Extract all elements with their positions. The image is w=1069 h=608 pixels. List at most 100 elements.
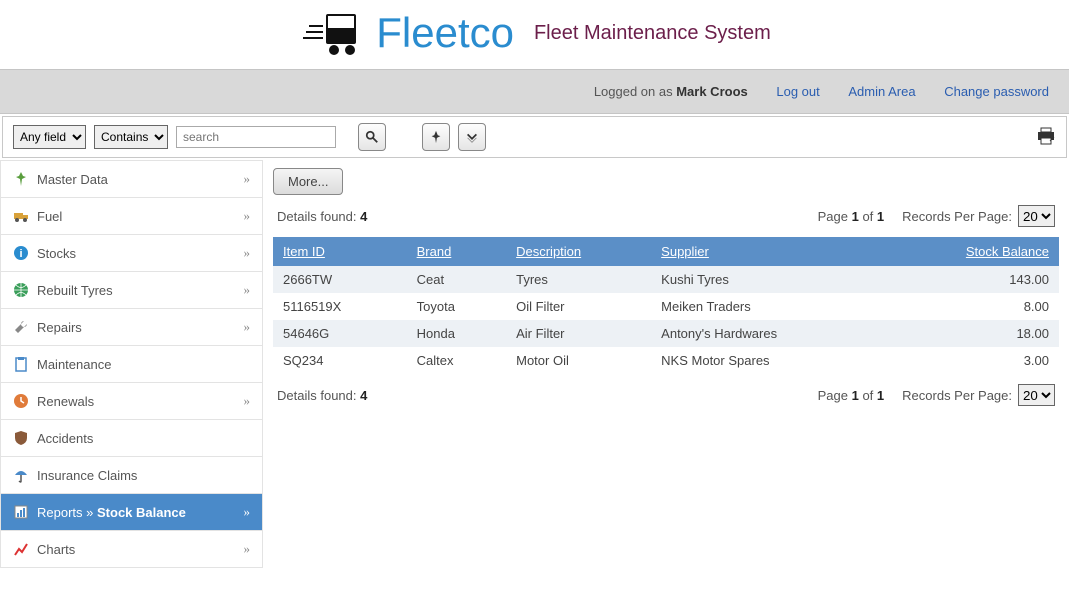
main-content: More... Details found: 4 Page 1 of 1 Rec… [263,160,1069,568]
pin-icon [429,130,443,144]
sidebar: Master Data»Fuel»iStocks»Rebuilt Tyres»R… [0,160,263,568]
sidebar-item-rebuilt-tyres[interactable]: Rebuilt Tyres » [0,272,263,309]
data-table: Item IDBrandDescriptionSupplierStock Bal… [273,237,1059,374]
cell-description: Oil Filter [506,293,651,320]
table-row[interactable]: 2666TWCeatTyresKushi Tyres143.00 [273,266,1059,293]
sidebar-item-stocks[interactable]: i Stocks » [0,235,263,272]
print-icon [1036,127,1056,145]
print-button[interactable] [1036,127,1056,148]
cell-supplier: NKS Motor Spares [651,347,883,374]
pager-bottom: Details found: 4 Page 1 of 1 Records Per… [273,374,1059,416]
cell-description: Air Filter [506,320,651,347]
pin-button[interactable] [422,123,450,151]
cell-brand: Honda [407,320,506,347]
details-found-label: Details found: 4 [277,209,367,224]
col-description[interactable]: Description [506,237,651,266]
cell-stock-balance: 8.00 [883,293,1059,320]
pin-green-icon [13,171,29,187]
chart-icon [13,541,29,557]
chevron-down-icon [465,130,479,144]
cell-item-id: 54646G [273,320,407,347]
sidebar-item-label: Fuel [37,209,62,224]
cell-supplier: Kushi Tyres [651,266,883,293]
report-icon [13,504,29,520]
brand-name: Fleetco [376,9,514,57]
sidebar-item-label: Stocks [37,246,76,261]
cell-brand: Caltex [407,347,506,374]
expand-arrow-icon: » [244,393,251,409]
sidebar-item-label: Master Data [37,172,108,187]
dropdown-button[interactable] [458,123,486,151]
logout-link[interactable]: Log out [776,84,819,99]
sidebar-item-master-data[interactable]: Master Data » [0,160,263,198]
rpp-select[interactable]: 20 [1018,384,1055,406]
expand-arrow-icon: » [244,319,251,335]
more-button[interactable]: More... [273,168,343,195]
header: Fleetco Fleet Maintenance System [0,0,1069,69]
user-bar: Logged on as Mark Croos Log out Admin Ar… [0,69,1069,114]
sidebar-item-insurance-claims[interactable]: Insurance Claims [0,457,263,494]
bus-logo-icon [298,8,368,58]
logged-label: Logged on as Mark Croos [594,84,752,99]
cell-stock-balance: 18.00 [883,320,1059,347]
table-row[interactable]: SQ234CaltexMotor OilNKS Motor Spares3.00 [273,347,1059,374]
sidebar-item-repairs[interactable]: Repairs » [0,309,263,346]
pager-top: Details found: 4 Page 1 of 1 Records Per… [273,195,1059,237]
col-item-id[interactable]: Item ID [273,237,407,266]
umbrella-icon [13,467,29,483]
cell-stock-balance: 143.00 [883,266,1059,293]
page-info: Page 1 of 1 [818,209,885,224]
svg-text:i: i [19,248,22,260]
globe-icon [13,282,29,298]
sidebar-item-reports[interactable]: Reports » Stock Balance » [0,494,263,531]
sidebar-item-maintenance[interactable]: Maintenance [0,346,263,383]
details-found-label: Details found: 4 [277,388,367,403]
expand-arrow-icon: » [244,541,251,557]
sidebar-item-accidents[interactable]: Accidents [0,420,263,457]
sidebar-item-label: Insurance Claims [37,468,137,483]
cell-item-id: 5116519X [273,293,407,320]
cell-brand: Ceat [407,266,506,293]
shield-icon [13,430,29,446]
rpp-label: Records Per Page: [902,388,1012,403]
expand-arrow-icon: » [244,504,251,520]
rpp-label: Records Per Page: [902,209,1012,224]
cell-stock-balance: 3.00 [883,347,1059,374]
expand-arrow-icon: » [244,282,251,298]
changepw-link[interactable]: Change password [944,84,1049,99]
col-brand[interactable]: Brand [407,237,506,266]
truck-icon [13,208,29,224]
clock-icon [13,393,29,409]
clipboard-icon [13,356,29,372]
expand-arrow-icon: » [244,245,251,261]
search-input[interactable] [176,126,336,148]
sidebar-item-charts[interactable]: Charts » [0,531,263,568]
table-row[interactable]: 54646GHondaAir FilterAntony's Hardwares1… [273,320,1059,347]
info-icon: i [13,245,29,261]
toolbar: Any field Contains [2,116,1067,158]
search-button[interactable] [358,123,386,151]
expand-arrow-icon: » [244,171,251,187]
cell-item-id: 2666TW [273,266,407,293]
sidebar-item-label: Renewals [37,394,94,409]
admin-link[interactable]: Admin Area [848,84,915,99]
sidebar-item-label: Accidents [37,431,93,446]
sidebar-item-renewals[interactable]: Renewals » [0,383,263,420]
field-select[interactable]: Any field [13,125,86,149]
sidebar-item-label: Rebuilt Tyres [37,283,113,298]
sidebar-item-label: Charts [37,542,75,557]
col-supplier[interactable]: Supplier [651,237,883,266]
operator-select[interactable]: Contains [94,125,168,149]
wrench-icon [13,319,29,335]
rpp-select[interactable]: 20 [1018,205,1055,227]
cell-supplier: Meiken Traders [651,293,883,320]
expand-arrow-icon: » [244,208,251,224]
cell-supplier: Antony's Hardwares [651,320,883,347]
col-stock-balance[interactable]: Stock Balance [883,237,1059,266]
sidebar-item-fuel[interactable]: Fuel » [0,198,263,235]
table-row[interactable]: 5116519XToyotaOil FilterMeiken Traders8.… [273,293,1059,320]
sidebar-item-label: Repairs [37,320,82,335]
cell-description: Motor Oil [506,347,651,374]
sidebar-item-label: Reports » Stock Balance [37,505,186,520]
cell-description: Tyres [506,266,651,293]
